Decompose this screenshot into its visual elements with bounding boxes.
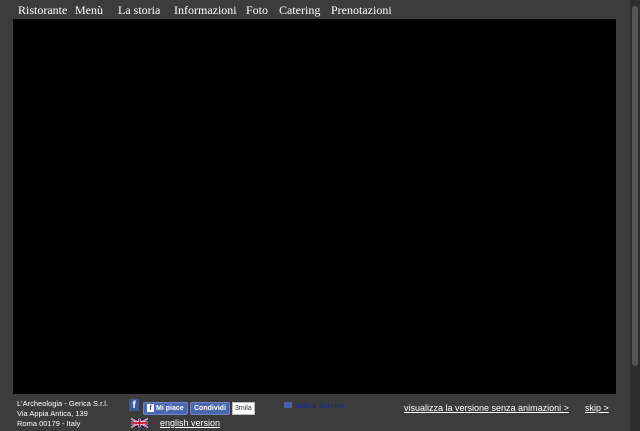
nav-item-informazioni[interactable]: Informazioni: [174, 3, 237, 18]
nav-item-menu[interactable]: Menù: [75, 3, 103, 18]
company-address: L'Archeologia - Gerica S.r.l. Via Appia …: [17, 399, 108, 429]
facebook-icon: f: [147, 404, 154, 412]
like-label: Mi piace: [156, 405, 184, 412]
share-button[interactable]: Condividi: [190, 402, 230, 415]
no-animation-version-link[interactable]: visualizza la versione senza animazioni …: [404, 403, 569, 413]
footer: L'Archeologia - Gerica S.r.l. Via Appia …: [0, 394, 640, 431]
address-line: Roma 00179 - Italy: [17, 419, 81, 428]
nav-item-ristorante[interactable]: Ristorante: [18, 3, 67, 18]
facebook-icon[interactable]: f: [129, 399, 139, 411]
like-button[interactable]: f Mi piace: [143, 402, 188, 415]
animation-stage: [13, 19, 616, 394]
nav-item-foto[interactable]: Foto: [246, 3, 268, 18]
like-count-badge: 3mila: [232, 402, 255, 415]
skip-link[interactable]: skip >: [585, 403, 609, 413]
italica-label: Italica Service: [295, 401, 346, 410]
scrollbar-thumb[interactable]: [632, 6, 638, 366]
italica-logo-icon: [284, 402, 292, 408]
address-line: Via Appia Antica, 139: [17, 409, 88, 418]
nav-item-prenotazioni[interactable]: Prenotazioni: [331, 3, 392, 18]
nav-item-la-storia[interactable]: La storia: [118, 3, 160, 18]
address-line: L'Archeologia - Gerica S.r.l.: [17, 399, 109, 408]
page-scrollbar[interactable]: [630, 0, 640, 431]
italica-service-link[interactable]: Italica Service: [284, 401, 345, 410]
english-version-link[interactable]: english version: [160, 418, 220, 428]
main-nav: Ristorante Menù La storia Informazioni F…: [0, 0, 640, 19]
uk-flag-icon[interactable]: [131, 418, 148, 428]
nav-item-catering[interactable]: Catering: [279, 3, 320, 18]
